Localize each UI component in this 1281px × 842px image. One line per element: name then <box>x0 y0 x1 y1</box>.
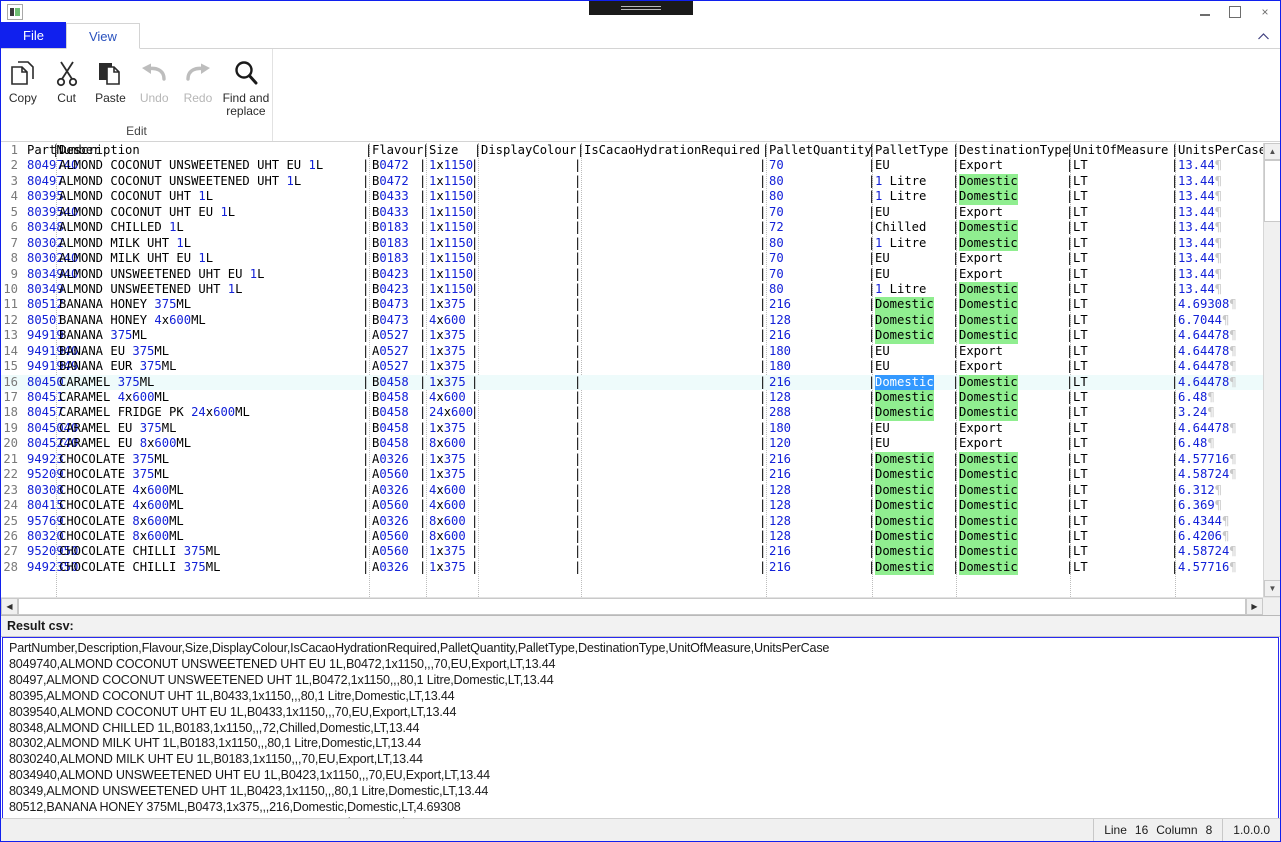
editor-row[interactable]: 21 94923 | CHOCOLATE 375ML | A0326 | 1x375 | | 216… <box>1 451 1263 468</box>
cut-label: Cut <box>57 91 76 105</box>
undo-label: Undo <box>139 91 169 105</box>
result-csv-line: 8030240,ALMOND MILK UHT EU 1L,B0183,1x11… <box>9 752 423 767</box>
result-csv-line: 8034940,ALMOND UNSWEETENED UHT EU 1L,B04… <box>9 768 490 783</box>
minimize-button[interactable] <box>1190 1 1220 23</box>
title-bar: × <box>1 1 1280 23</box>
status-line-column: Line 16 Column 8 <box>1093 819 1222 841</box>
result-csv-line: 80512,BANANA HONEY 375ML,B0473,1x375,,,2… <box>9 800 461 815</box>
paste-icon <box>95 57 125 89</box>
editor-row[interactable]: 23 80308 | CHOCOLATE 4x600ML | A0326 | 4x600 | | 1… <box>1 482 1263 499</box>
result-csv-line: 80349,ALMOND UNSWEETENED UHT 1L,B0423,1x… <box>9 784 489 799</box>
paste-label: Paste <box>95 91 126 105</box>
copy-label: Copy <box>8 91 37 105</box>
editor-row[interactable]: 2 8049740 | ALMOND COCONUT UNSWEETENED UHT … <box>1 158 1263 173</box>
editor-horizontal-scrollbar[interactable]: ◀ ▶ <box>1 597 1280 615</box>
status-column-value: 8 <box>1205 823 1213 837</box>
editor-row[interactable]: 19 8045040 | CARAMEL EU 375ML | B0458 | 1x375 | |… <box>1 421 1263 436</box>
editor-row[interactable]: 12 80501 | BANANA HONEY 4x600ML | B0473 | 4x600… <box>1 312 1263 329</box>
editor-row[interactable]: 10 80349 | ALMOND UNSWEETENED UHT 1L | B0423 |… <box>1 281 1263 298</box>
redo-button[interactable]: Redo <box>176 53 220 105</box>
cut-button[interactable]: Cut <box>45 53 89 105</box>
capture-overlay-bar <box>589 1 693 15</box>
status-version: 1.0.0.0 <box>1222 819 1280 841</box>
result-csv-label: Result csv: <box>1 615 1280 637</box>
ribbon-group-edit: Copy Cut Paste Undo Redo Find and replac… <box>1 49 273 141</box>
redo-label: Redo <box>183 91 213 105</box>
paste-button[interactable]: Paste <box>89 53 133 105</box>
find-and-replace-label: Find and replace <box>222 91 270 118</box>
result-csv-line: 80395,ALMOND COCONUT UHT 1L,B0433,1x1150… <box>9 688 455 703</box>
editor-row[interactable]: 8 8030240 | ALMOND MILK UHT EU 1L | B0183 | 1x1… <box>1 251 1263 266</box>
result-csv-output[interactable]: PartNumber,Description,Flavour,Size,Disp… <box>2 637 1279 832</box>
ribbon-tab-strip: File View <box>1 22 1280 49</box>
editor-line-list: 1 PartNumber | Description | Flavour | Size | Dis… <box>1 143 1263 576</box>
csv-editor[interactable]: 1 PartNumber | Description | Flavour | Size | Dis… <box>1 143 1263 597</box>
scroll-down-icon[interactable]: ▼ <box>1264 580 1280 597</box>
undo-icon <box>138 57 170 89</box>
status-line-value: 16 <box>1134 823 1149 837</box>
maximize-button[interactable] <box>1220 1 1250 23</box>
editor-row[interactable]: 24 80415 | CHOCOLATE 4x600ML | A0560 | 4x600 | | 1… <box>1 498 1263 514</box>
editor-row[interactable]: 5 8039540 | ALMOND COCONUT UHT EU 1L | B0433 |… <box>1 205 1263 220</box>
undo-button[interactable]: Undo <box>132 53 176 105</box>
cut-icon <box>52 57 82 89</box>
copy-icon <box>8 57 38 89</box>
editor-row[interactable]: 14 9491940 | BANANA EU 375ML | A0527 | 1x375 | | 1… <box>1 344 1263 359</box>
tab-file[interactable]: File <box>1 22 66 48</box>
status-line-label: Line <box>1104 823 1127 837</box>
redo-icon <box>182 57 214 89</box>
find-and-replace-button[interactable]: Find and replace <box>220 53 272 118</box>
scroll-left-icon[interactable]: ◀ <box>1 598 18 615</box>
editor-row[interactable]: 20 8045240 | CARAMEL EU 8x600ML | B0458 | 8x600… <box>1 436 1263 451</box>
editor-row[interactable]: 3 80497 | ALMOND COCONUT UNSWEETENED UHT 1L… <box>1 173 1263 190</box>
editor-row[interactable]: 7 80302 | ALMOND MILK UHT 1L | B0183 | 1x1150 | |… <box>1 235 1263 252</box>
chevron-up-icon[interactable] <box>1254 28 1272 44</box>
ribbon: Copy Cut Paste Undo Redo Find and replac… <box>1 49 1280 142</box>
editor-row[interactable]: 28 9492350 | CHOCOLATE CHILLI 375ML | A0326 | 1… <box>1 559 1263 576</box>
close-button[interactable]: × <box>1250 1 1280 23</box>
vertical-scroll-thumb[interactable] <box>1264 160 1280 222</box>
result-csv-line: 80497,ALMOND COCONUT UNSWEETENED UHT 1L,… <box>9 672 554 687</box>
result-csv-line: 80302,ALMOND MILK UHT 1L,B0183,1x1150,,,… <box>9 736 422 751</box>
result-csv-line: 8039540,ALMOND COCONUT UHT EU 1L,B0433,1… <box>9 704 457 719</box>
copy-button[interactable]: Copy <box>1 53 45 105</box>
editor-vertical-scrollbar[interactable]: ▲ ▼ <box>1263 143 1280 597</box>
editor-row[interactable]: 4 80395 | ALMOND COCONUT UHT 1L | B0433 | 1x115… <box>1 189 1263 205</box>
editor-row[interactable]: 13 94919 | BANANA 375ML | A0527 | 1x375 | | 216 | Do… <box>1 328 1263 344</box>
editor-row[interactable]: 9 8034940 | ALMOND UNSWEETENED UHT EU 1L | B0… <box>1 267 1263 282</box>
status-bar: Line 16 Column 8 1.0.0.0 <box>1 818 1280 841</box>
editor-row[interactable]: 25 95769 | CHOCOLATE 8x600ML | A0326 | 8x600 | | 1… <box>1 513 1263 529</box>
window-controls: × <box>1190 1 1280 23</box>
result-csv-line: 80348,ALMOND CHILLED 1L,B0183,1x1150,,,7… <box>9 720 420 735</box>
application-window: × File View Copy Cut Paste Undo Redo Fin… <box>0 0 1281 842</box>
editor-row[interactable]: 16 80450 | CARAMEL 375ML | B0458 | 1x375 | | 216 | D… <box>1 374 1263 391</box>
status-column-label: Column <box>1156 823 1198 837</box>
csv-editor-panel: 1 PartNumber | Description | Flavour | Size | Dis… <box>1 142 1280 597</box>
editor-row[interactable]: 15 9491949 | BANANA EUR 375ML | A0527 | 1x375 | |… <box>1 359 1263 374</box>
horizontal-scroll-thumb[interactable] <box>18 598 1246 615</box>
search-icon <box>231 57 261 89</box>
editor-row[interactable]: 27 9520950 | CHOCOLATE CHILLI 375ML | A0560 | 1… <box>1 544 1263 560</box>
scroll-up-icon[interactable]: ▲ <box>1264 143 1280 160</box>
tab-view[interactable]: View <box>65 23 140 49</box>
scroll-right-icon[interactable]: ▶ <box>1246 598 1263 615</box>
result-csv-line: PartNumber,Description,Flavour,Size,Disp… <box>9 641 830 655</box>
editor-row[interactable]: 26 80320 | CHOCOLATE 8x600ML | A0560 | 8x600 | | 1… <box>1 528 1263 545</box>
result-csv-line: 8049740,ALMOND COCONUT UNSWEETENED UHT E… <box>9 656 556 671</box>
editor-row[interactable]: 6 80348 | ALMOND CHILLED 1L | B0183 | 1x1150 | | 7… <box>1 220 1263 236</box>
editor-row[interactable]: 18 80457 | CARAMEL FRIDGE PK 24x600ML | B0458… <box>1 405 1263 421</box>
editor-row[interactable]: 22 95209 | CHOCOLATE 375ML | A0560 | 1x375 | | 216… <box>1 467 1263 483</box>
ribbon-group-label: Edit <box>126 124 147 138</box>
editor-row[interactable]: 17 80451 | CARAMEL 4x600ML | B0458 | 4x600 | | 128… <box>1 390 1263 406</box>
editor-row[interactable]: 11 80512 | BANANA HONEY 375ML | B0473 | 1x375 | |… <box>1 297 1263 313</box>
app-icon <box>7 4 23 20</box>
